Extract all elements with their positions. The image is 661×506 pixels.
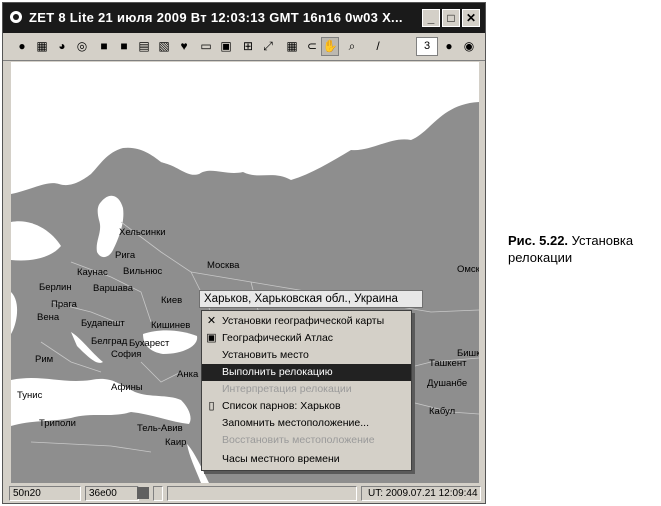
world-map[interactable]: Хельсинки Рига Каунас Вильнюс Москва Омс…	[11, 62, 479, 483]
spacer-icon	[389, 37, 407, 56]
grid-icon[interactable]: ▦	[33, 37, 51, 56]
expand-icon[interactable]: ⤢	[259, 37, 277, 56]
city-label: Кишинев	[151, 320, 191, 331]
spin-icon[interactable]: ●	[440, 37, 458, 56]
list-icon[interactable]: ▭	[197, 37, 215, 56]
table-icon[interactable]: ▤	[135, 37, 153, 56]
clip-icon[interactable]: ⊂	[303, 37, 321, 56]
calendar-icon[interactable]: ▦	[283, 37, 301, 56]
menu-item-label: Запомнить местоположение...	[222, 417, 370, 429]
menu-item-label: Установить место	[222, 349, 309, 361]
status-spacer	[153, 486, 163, 501]
menu-item-relocate[interactable]: Выполнить релокацию	[202, 364, 411, 381]
window-title: ZET 8 Lite 21 июля 2009 Вт 12:03:13 GMT …	[29, 10, 403, 25]
city-label: Будапешт	[81, 318, 125, 329]
city-label: Варшава	[93, 283, 134, 294]
menu-item-label: Интерпретация релокации	[222, 383, 352, 395]
city-label: Вена	[37, 312, 60, 323]
target-icon[interactable]: ◉	[460, 37, 478, 56]
city-label: Каунас	[77, 267, 108, 278]
refresh-icon[interactable]: ◎	[73, 37, 91, 56]
app-logo-icon	[10, 11, 22, 23]
status-message	[167, 486, 357, 501]
menu-item-local-clock[interactable]: Часы местного времени	[202, 451, 411, 468]
zoom-level-field[interactable]: 3	[416, 37, 438, 56]
city-label: Рим	[35, 354, 54, 365]
city-label: Каир	[165, 437, 187, 448]
menu-item-label: Географический Атлас	[222, 332, 334, 344]
city-label: Вильнюс	[123, 266, 163, 277]
longitude-field: 36e00	[85, 486, 139, 501]
figure-caption: Рис. 5.22. Установка релокации	[508, 232, 658, 266]
heart-icon[interactable]: ♥	[175, 37, 193, 56]
city-label: Хельсинки	[119, 227, 166, 238]
status-indicator	[137, 487, 149, 499]
menu-item-label: Установки географической карты	[222, 315, 385, 327]
layout-icon[interactable]: ▣	[217, 37, 235, 56]
document-icon[interactable]: ▧	[155, 37, 173, 56]
star-map-icon[interactable]: ■	[115, 37, 133, 56]
city-label: Москва	[207, 260, 240, 271]
city-label: Бухарест	[129, 338, 170, 349]
menu-item-save-location[interactable]: Запомнить местоположение...	[202, 415, 411, 432]
menu-item-interpret-relocation[interactable]: Интерпретация релокации	[202, 381, 411, 398]
document-icon: ▯	[208, 400, 215, 412]
city-label: Анка	[177, 369, 199, 380]
info-icon[interactable]: ●	[13, 37, 31, 56]
minimize-button[interactable]: _	[422, 9, 440, 27]
city-label: Омск	[457, 264, 479, 275]
atlas-icon: ▣	[206, 332, 217, 344]
globe-icon[interactable]: ◕	[53, 37, 71, 56]
city-label: София	[111, 349, 142, 360]
status-bar: 50n20 36e00 UT: 2009.07.21 12:09:44	[3, 483, 485, 503]
menu-item-label: Восстановить местоположение	[222, 434, 375, 446]
city-label: Тель-Авив	[137, 423, 183, 434]
line-tool-icon[interactable]: /	[369, 37, 387, 56]
chart-icon[interactable]: ■	[95, 37, 113, 56]
city-label: Бишк	[457, 348, 479, 359]
city-label: Тунис	[17, 390, 43, 401]
zoom-tool-icon[interactable]: ⌕	[343, 37, 361, 56]
city-label: Триполи	[39, 418, 76, 429]
city-label: Рига	[115, 250, 136, 261]
city-label: Ташкент	[429, 358, 467, 369]
menu-item-set-location[interactable]: Установить место	[202, 347, 411, 364]
city-label: Кабул	[429, 406, 456, 417]
city-label: Афины	[111, 382, 143, 393]
maximize-button[interactable]: □	[442, 9, 460, 27]
grid-view-icon[interactable]: ⊞	[239, 37, 257, 56]
city-label: Прага	[51, 299, 77, 310]
city-label: Душанбе	[427, 378, 468, 389]
title-bar[interactable]: ZET 8 Lite 21 июля 2009 Вт 12:03:13 GMT …	[3, 3, 485, 33]
menu-item-restore-location[interactable]: Восстановить местоположение	[202, 432, 411, 449]
city-label: Киев	[161, 295, 183, 306]
latitude-field: 50n20	[9, 486, 81, 501]
city-label: Белград	[91, 336, 128, 347]
menu-item-label: Список парнов: Харьков	[222, 400, 341, 412]
close-button[interactable]: ✕	[462, 9, 480, 27]
figure-number: Рис. 5.22.	[508, 233, 569, 248]
menu-item-partners-list[interactable]: ▯ Список парнов: Харьков	[202, 398, 411, 415]
context-menu: ✕ Установки географической карты ▣ Геогр…	[201, 310, 412, 471]
city-label: Берлин	[39, 282, 72, 293]
location-header: Харьков, Харьковская обл., Украина	[199, 290, 423, 308]
menu-item-label: Выполнить релокацию	[222, 366, 333, 378]
toolbar: ● ▦ ◕ ◎ ■ ■ ▤ ▧ ♥ ▭ ▣ ⊞ ⤢ ▦ ⊂ ✋ ⌕ / 3 ● …	[3, 33, 485, 61]
app-window: ZET 8 Lite 21 июля 2009 Вт 12:03:13 GMT …	[2, 2, 486, 504]
tools-icon: ✕	[206, 315, 217, 327]
ut-time-field: UT: 2009.07.21 12:09:44	[361, 486, 481, 501]
hand-tool-icon[interactable]: ✋	[321, 37, 339, 56]
menu-item-map-settings[interactable]: ✕ Установки географической карты	[202, 313, 411, 330]
menu-item-label: Часы местного времени	[222, 453, 340, 465]
menu-item-atlas[interactable]: ▣ Географический Атлас	[202, 330, 411, 347]
